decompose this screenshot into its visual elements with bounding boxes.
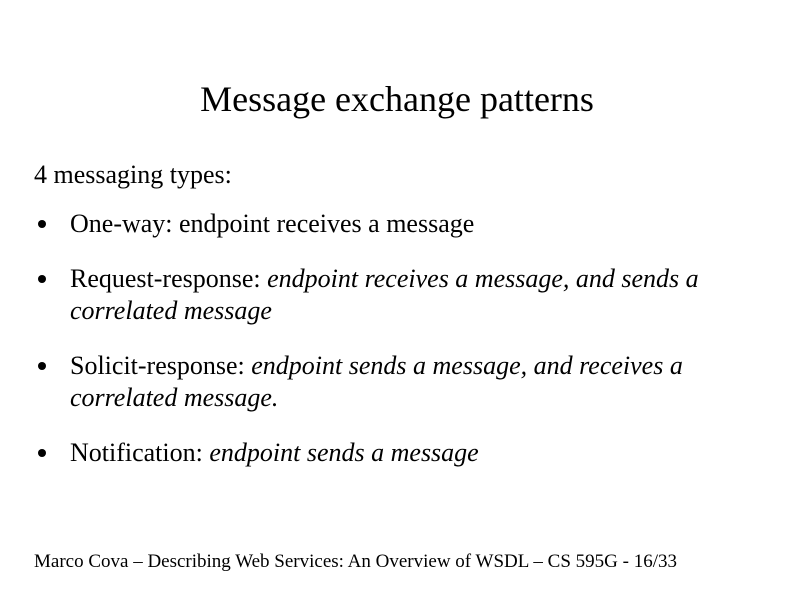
bullet-lead: Request-response: bbox=[70, 264, 267, 293]
slide-subtitle: 4 messaging types: bbox=[0, 160, 794, 208]
bullet-list: One-way: endpoint receives a message Req… bbox=[0, 208, 794, 469]
bullet-lead: Solicit-response: bbox=[70, 351, 251, 380]
list-item: Solicit-response: endpoint sends a messa… bbox=[34, 350, 744, 415]
bullet-rest: endpoint receives a message bbox=[179, 209, 474, 238]
bullet-lead: Notification: bbox=[70, 438, 209, 467]
slide: Message exchange patterns 4 messaging ty… bbox=[0, 0, 794, 595]
slide-footer: Marco Cova – Describing Web Services: An… bbox=[34, 551, 677, 573]
slide-title: Message exchange patterns bbox=[0, 0, 794, 160]
bullet-icon bbox=[38, 275, 46, 283]
bullet-rest: endpoint sends a message bbox=[209, 438, 478, 467]
list-item: Request-response: endpoint receives a me… bbox=[34, 263, 744, 328]
list-item: One-way: endpoint receives a message bbox=[34, 208, 744, 241]
bullet-lead: One-way: bbox=[70, 209, 179, 238]
bullet-icon bbox=[38, 449, 46, 457]
bullet-icon bbox=[38, 220, 46, 228]
bullet-icon bbox=[38, 362, 46, 370]
list-item: Notification: endpoint sends a message bbox=[34, 437, 744, 470]
